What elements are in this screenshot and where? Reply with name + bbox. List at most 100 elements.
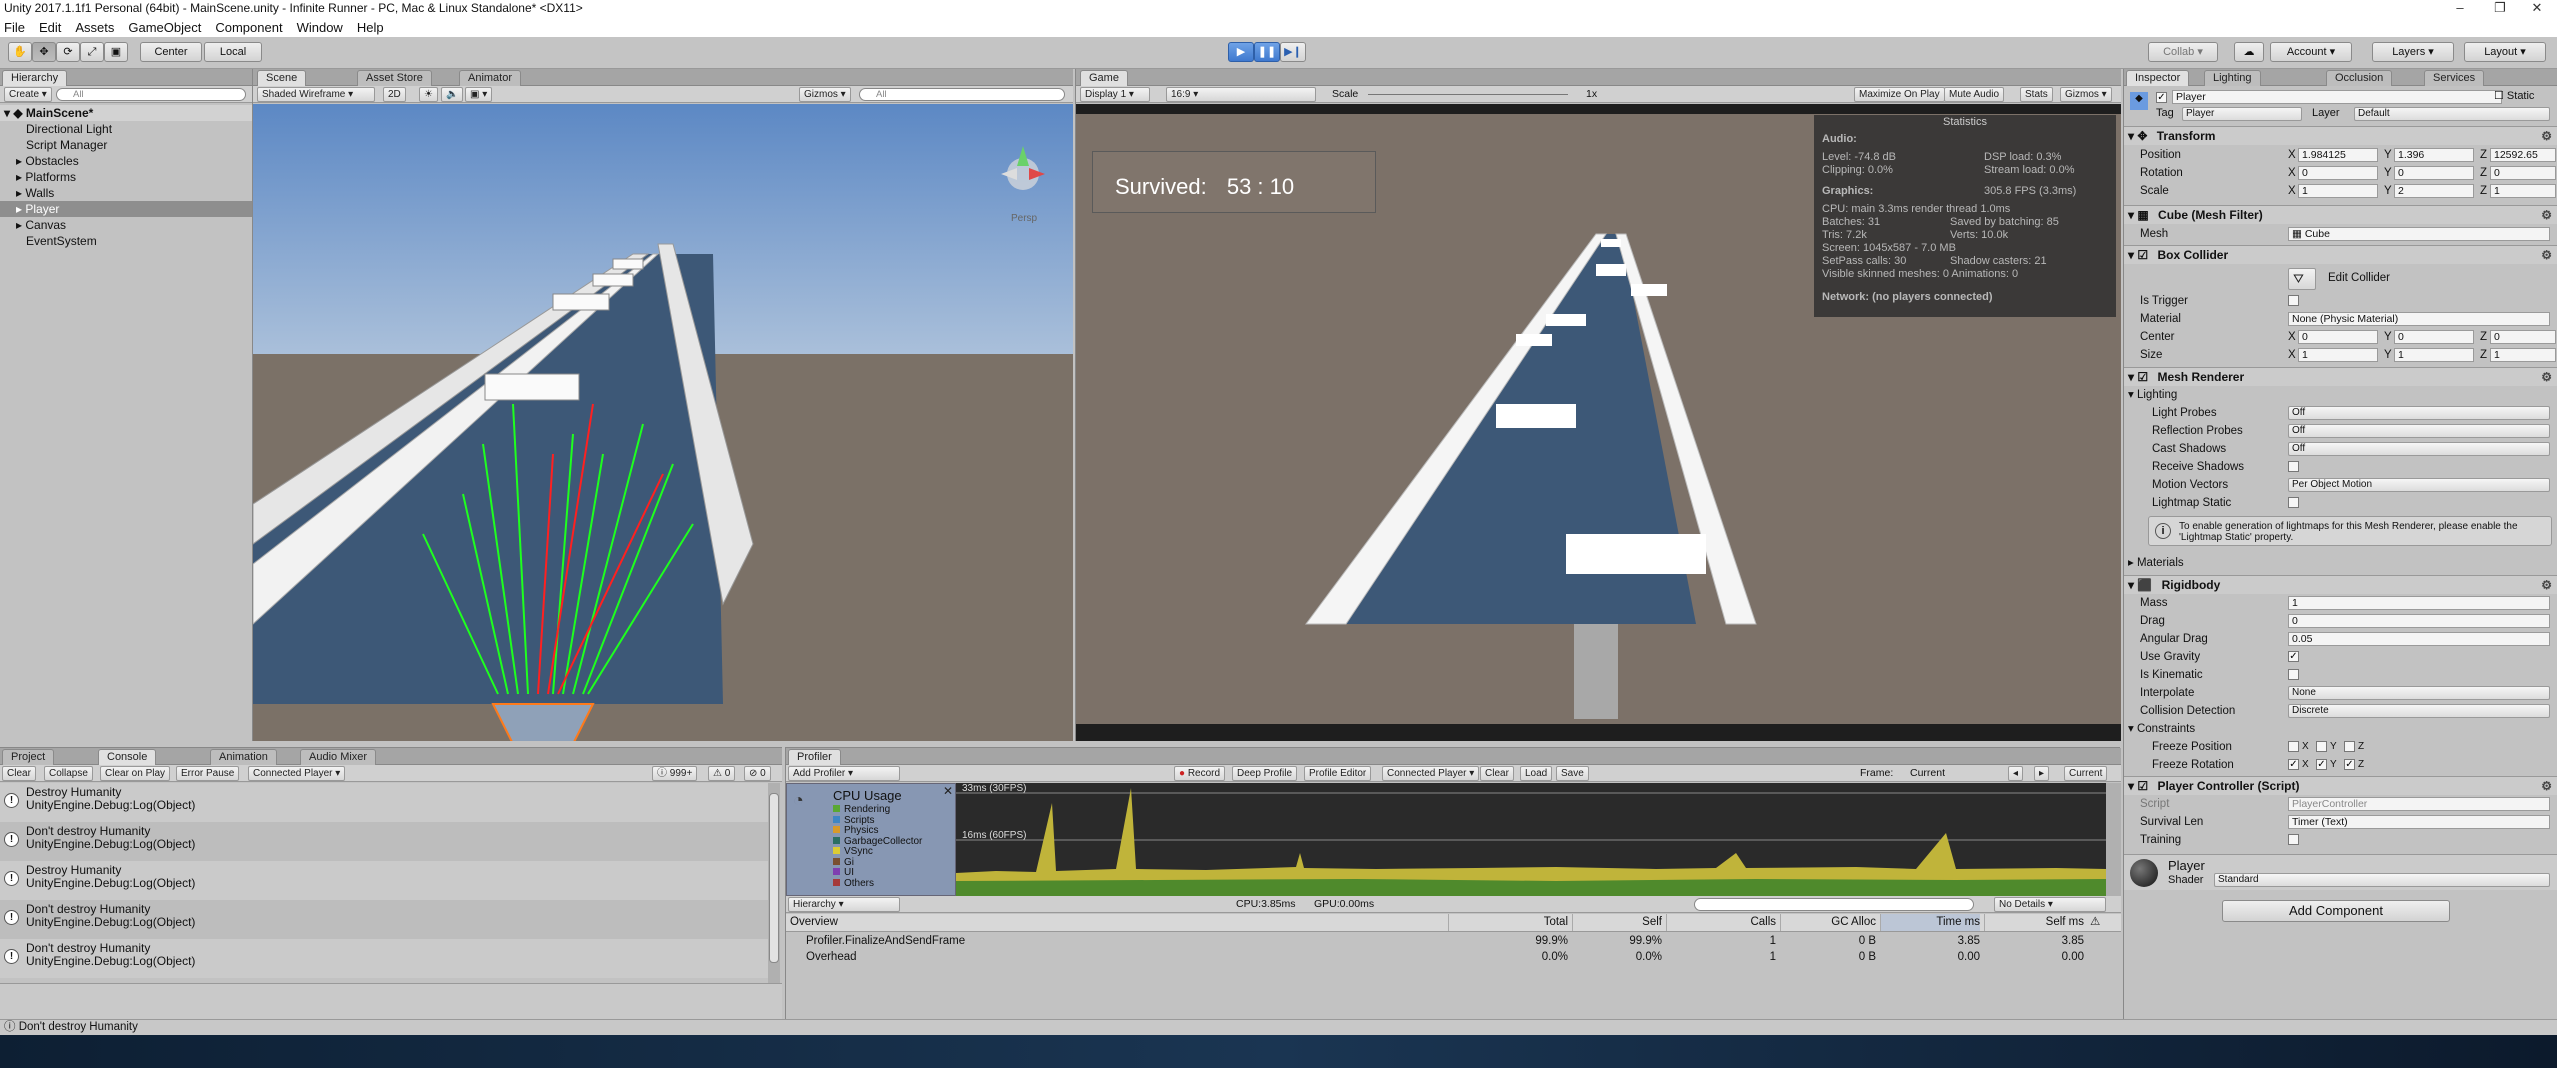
error-pause-button[interactable]: Error Pause (176, 766, 240, 781)
hierarchy-search-input[interactable]: All (56, 88, 246, 101)
minimize-icon[interactable]: – (2440, 0, 2480, 16)
save-button[interactable]: Save (1556, 766, 1589, 781)
rotation-z-field[interactable]: 0 (2490, 166, 2556, 180)
menu-assets[interactable]: Assets (75, 18, 114, 37)
scale-slider[interactable] (1368, 94, 1568, 95)
shader-dropdown[interactable]: Standard (2214, 873, 2550, 887)
hierarchy-view-dropdown[interactable]: Hierarchy ▾ (788, 897, 900, 912)
cast-shadows-dropdown[interactable]: Off (2288, 442, 2550, 456)
clear-on-play-button[interactable]: Clear on Play (100, 766, 171, 781)
record-button[interactable]: ● Record (1174, 766, 1226, 781)
survival-len-field[interactable]: Timer (Text) (2288, 815, 2550, 829)
mute-audio-toggle[interactable]: Mute Audio (1944, 87, 2005, 102)
aspect-dropdown[interactable]: 16:9 ▾ (1166, 87, 1316, 102)
center-y-field[interactable]: 0 (2394, 330, 2474, 344)
tab-services[interactable]: Services (2424, 70, 2485, 86)
tab-audio-mixer[interactable]: Audio Mixer (300, 749, 377, 765)
training-checkbox[interactable] (2288, 834, 2299, 845)
lighting-toggle-icon[interactable]: ☀ (419, 87, 438, 102)
console-connected-player-dropdown[interactable]: Connected Player ▾ (248, 766, 346, 781)
size-y-field[interactable]: 1 (2394, 348, 2474, 362)
hand-tool-icon[interactable]: ✋ (8, 42, 32, 62)
menu-edit[interactable]: Edit (39, 18, 61, 37)
meshfilter-header[interactable]: ▾ ▦ Cube (Mesh Filter) ⚙ (2124, 205, 2557, 224)
account-dropdown[interactable]: Account ▾ (2270, 42, 2352, 62)
status-bar[interactable]: ⓘ Don't destroy Humanity (0, 1019, 2557, 1035)
freeze-position-y-checkbox[interactable] (2316, 741, 2327, 752)
add-profiler-dropdown[interactable]: Add Profiler ▾ (788, 766, 900, 781)
col-overview[interactable]: Overview (790, 914, 838, 931)
cpu-usage-legend[interactable]: ◔ CPU Usage ✕ Rendering Scripts Physics … (786, 783, 956, 896)
collapse-button[interactable]: Collapse (44, 766, 93, 781)
constraints-foldout[interactable]: ▾ Constraints (2124, 720, 2557, 738)
hierarchy-item-eventsystem[interactable]: EventSystem (0, 233, 252, 249)
scale-z-field[interactable]: 1 (2490, 184, 2556, 198)
play-button[interactable]: ▶ (1228, 42, 1254, 62)
freeze-rotation-z-checkbox[interactable]: ✓ (2344, 759, 2355, 770)
reflection-probes-dropdown[interactable]: Off (2288, 424, 2550, 438)
scene-gizmos-dropdown[interactable]: Gizmos ▾ (799, 87, 851, 102)
layout-dropdown[interactable]: Layout ▾ (2464, 42, 2546, 62)
warning-icon[interactable]: ⚠ (2090, 914, 2100, 931)
game-gizmos-dropdown[interactable]: Gizmos ▾ (2060, 87, 2112, 102)
shading-mode-dropdown[interactable]: Shaded Wireframe ▾ (257, 87, 375, 102)
menu-file[interactable]: File (4, 18, 25, 37)
center-z-field[interactable]: 0 (2490, 330, 2556, 344)
playercontroller-header[interactable]: ▾ ☑ Player Controller (Script) ⚙ (2124, 776, 2557, 795)
scene-root[interactable]: ▾ ◆ MainScene* (0, 105, 252, 121)
col-self[interactable]: Self (1572, 914, 1662, 931)
light-probes-dropdown[interactable]: Off (2288, 406, 2550, 420)
table-row[interactable]: Profiler.FinalizeAndSendFrame 99.9% 99.9… (786, 934, 2121, 949)
close-icon[interactable]: ✕ (943, 784, 953, 798)
stats-toggle[interactable]: Stats (2020, 87, 2053, 102)
current-frame-button[interactable]: Current (2064, 766, 2108, 781)
2d-toggle[interactable]: 2D (383, 87, 406, 102)
freeze-rotation-x-checkbox[interactable]: ✓ (2288, 759, 2299, 770)
error-count-toggle[interactable]: ⊘ 0 (744, 766, 771, 781)
console-entry[interactable]: ! Don't destroy Humanity UnityEngine.Debug… (0, 939, 770, 978)
hierarchy-item-canvas[interactable]: ▸ Canvas (0, 217, 252, 233)
tab-asset-store[interactable]: Asset Store (357, 70, 432, 86)
legend-item[interactable]: Others (833, 878, 922, 890)
hierarchy-item-platforms[interactable]: ▸ Platforms (0, 169, 252, 185)
tab-hierarchy[interactable]: Hierarchy (2, 70, 68, 86)
rotate-tool-icon[interactable]: ⟳ (56, 42, 80, 62)
display-dropdown[interactable]: Display 1 ▾ (1080, 87, 1150, 102)
scene-viewport[interactable]: Persp (253, 104, 1073, 741)
use-gravity-checkbox[interactable]: ✓ (2288, 651, 2299, 662)
scale-y-field[interactable]: 2 (2394, 184, 2474, 198)
materials-foldout[interactable]: ▸ Materials (2124, 554, 2557, 572)
lighting-foldout[interactable]: ▾ Lighting (2124, 386, 2557, 404)
lightmap-static-checkbox[interactable] (2288, 497, 2299, 508)
transform-header[interactable]: ▾ ✥ Transform ⚙ (2124, 126, 2557, 145)
create-button[interactable]: Create ▾ (4, 87, 52, 102)
interpolate-dropdown[interactable]: None (2288, 686, 2550, 700)
profiler-search-input[interactable] (1694, 898, 1974, 911)
active-checkbox[interactable]: ✓ (2156, 92, 2167, 103)
rect-tool-icon[interactable]: ▣ (104, 42, 128, 62)
console-entry[interactable]: ! Destroy Humanity UnityEngine.Debug:Log(O… (0, 783, 770, 822)
hierarchy-item-obstacles[interactable]: ▸ Obstacles (0, 153, 252, 169)
scale-tool-icon[interactable]: ⤢ (80, 42, 104, 62)
tab-animation[interactable]: Animation (210, 749, 277, 765)
tab-game[interactable]: Game (1080, 70, 1128, 86)
next-frame-icon[interactable]: ▸ (2034, 766, 2050, 781)
col-time-ms[interactable]: Time ms (1880, 914, 1980, 931)
prev-frame-icon[interactable]: ◂ (2008, 766, 2024, 781)
motion-vectors-dropdown[interactable]: Per Object Motion (2288, 478, 2550, 492)
boxcollider-header[interactable]: ▾ ☑ Box Collider ⚙ (2124, 245, 2557, 264)
freeze-position-x-checkbox[interactable] (2288, 741, 2299, 752)
tag-dropdown[interactable]: Player (2182, 107, 2302, 121)
effects-toggle-icon[interactable]: ▣ ▾ (465, 87, 493, 102)
warning-count-toggle[interactable]: ⚠ 0 (708, 766, 736, 781)
layer-dropdown[interactable]: Default (2354, 107, 2550, 121)
console-entry[interactable]: ! Don't destroy Humanity UnityEngine.Debug… (0, 822, 770, 861)
position-z-field[interactable]: 12592.65 (2490, 148, 2556, 162)
rotation-y-field[interactable]: 0 (2394, 166, 2474, 180)
object-name-field[interactable]: Player (2172, 90, 2502, 104)
load-button[interactable]: Load (1520, 766, 1553, 781)
is-kinematic-checkbox[interactable] (2288, 669, 2299, 680)
pause-button[interactable]: ❚❚ (1254, 42, 1280, 62)
console-scrollbar[interactable] (768, 783, 780, 983)
tab-inspector[interactable]: Inspector (2126, 70, 2190, 86)
